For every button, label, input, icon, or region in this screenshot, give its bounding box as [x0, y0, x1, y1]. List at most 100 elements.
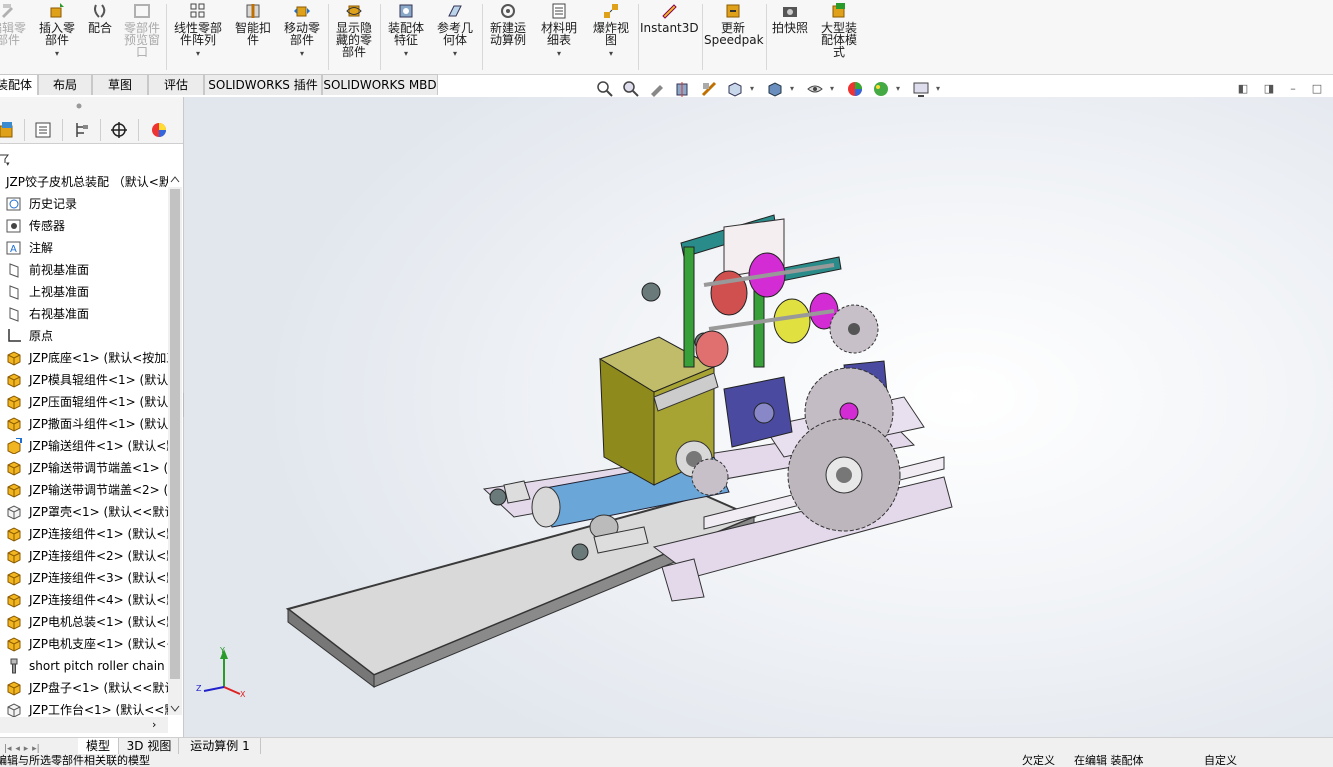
tree-item[interactable]: short pitch roller chain w — [0, 655, 168, 677]
tree-item[interactable]: JZP压面辊组件<1> (默认 — [0, 391, 168, 413]
tree-item[interactable]: JZP连接组件<2> (默认<默 — [0, 545, 168, 567]
chevron-down-icon[interactable]: ▾ — [384, 48, 428, 60]
new-motion-study-button[interactable]: 新建运 动算例 — [486, 2, 530, 72]
exploded-view-button[interactable]: 爆炸视 图 ▾ — [588, 2, 634, 72]
dynamic-annotation-icon[interactable] — [700, 80, 718, 98]
view-orientation-icon[interactable] — [726, 80, 744, 98]
chevron-down-icon[interactable]: ▾ — [280, 48, 324, 60]
chevron-down-icon[interactable]: ▾ — [830, 80, 838, 98]
smart-fastener-button[interactable]: 智能扣 件 — [232, 2, 274, 72]
chevron-down-icon[interactable]: ▾ — [790, 80, 798, 98]
show-hidden-button[interactable]: 显示隐 藏的零 部件 — [332, 2, 376, 72]
tree-item[interactable]: JZP输送带调节端盖<1> ( — [0, 457, 168, 479]
tree-item[interactable]: JZP罩壳<1> (默认<<默认 — [0, 501, 168, 523]
view-settings-icon[interactable] — [912, 80, 930, 98]
tree-item[interactable]: 传感器 — [0, 215, 168, 237]
last-tab-icon[interactable]: ▸| — [32, 744, 40, 754]
move-part-button[interactable]: 移动零 部件 ▾ — [280, 2, 324, 72]
status-units-custom[interactable]: 自定义 — [1204, 754, 1237, 767]
scroll-right-icon[interactable]: › — [152, 717, 156, 733]
tree-item[interactable]: JZP撒面斗组件<1> (默认 — [0, 413, 168, 435]
next-tab-icon[interactable]: ▸ — [24, 744, 29, 754]
tree-item[interactable]: 前视基准面 — [0, 259, 168, 281]
tab-scroll-buttons[interactable]: |◂ ◂ ▸ ▸| — [4, 740, 72, 754]
tab-solidworks-mbd[interactable]: SOLIDWORKS MBD — [322, 74, 438, 95]
tree-item[interactable]: JZP电机支座<1> (默认<< — [0, 633, 168, 655]
hide-show-items-icon[interactable] — [806, 80, 824, 98]
display-style-icon[interactable] — [766, 80, 784, 98]
tree-item[interactable]: A 注解 — [0, 237, 168, 259]
feature-manager-tab[interactable] — [0, 119, 25, 141]
chevron-down-icon[interactable]: ▾ — [588, 48, 634, 60]
tree-item[interactable]: 历史记录 — [0, 193, 168, 215]
subassembly-icon — [6, 394, 22, 410]
tab-layout[interactable]: 布局 — [38, 74, 92, 95]
viewport-restore-icon[interactable]: ◧ — [1236, 82, 1250, 96]
tree-item[interactable]: JZP电机总装<1> (默认<默 — [0, 611, 168, 633]
viewport-maximize-icon[interactable]: □ — [1310, 82, 1324, 96]
tree-item[interactable]: JZP底座<1> (默认<按加工 — [0, 347, 168, 369]
tree-item[interactable]: 原点 — [0, 325, 168, 347]
insert-part-button[interactable]: 插入零 部件 ▾ — [34, 2, 80, 72]
chevron-down-icon[interactable]: ▾ — [34, 48, 80, 60]
prev-tab-icon[interactable]: ◂ — [15, 744, 20, 754]
chevron-down-icon[interactable]: ▾ — [936, 80, 944, 98]
chevron-down-icon[interactable]: ▾ — [750, 80, 758, 98]
tree-item[interactable]: JZP连接组件<4> (默认<默 — [0, 589, 168, 611]
tree-item[interactable]: JZP输送组件<1> (默认<默 — [0, 435, 168, 457]
edit-appearance-icon[interactable] — [846, 80, 864, 98]
tab-motion-study[interactable]: 运动算例 1 — [180, 738, 261, 754]
tree-item[interactable]: JZP连接组件<3> (默认<默 — [0, 567, 168, 589]
viewport-tile-icon[interactable]: ◨ — [1262, 82, 1276, 96]
horizontal-scrollbar[interactable]: › — [0, 717, 168, 733]
tree-item[interactable]: JZP盘子<1> (默认<<默认 — [0, 677, 168, 699]
viewport-minimize-icon[interactable]: – — [1286, 82, 1300, 96]
mate-button[interactable]: 配合 — [84, 2, 116, 72]
scroll-up-icon[interactable] — [170, 175, 180, 183]
preview-window-button[interactable]: 零部件 预览窗 口 — [120, 2, 164, 72]
zoom-to-fit-icon[interactable] — [596, 80, 614, 98]
root-expander[interactable] — [0, 171, 2, 193]
display-manager-tab[interactable] — [138, 119, 176, 141]
dimxpert-manager-tab[interactable] — [100, 119, 139, 141]
tree-item[interactable]: JZP连接组件<1> (默认<默 — [0, 523, 168, 545]
tree-item[interactable]: JZP输送带调节端盖<2> ( — [0, 479, 168, 501]
tree-item[interactable]: 右视基准面 — [0, 303, 168, 325]
zoom-area-icon[interactable] — [622, 80, 640, 98]
edit-part-button[interactable]: 编辑零 部件 — [0, 2, 30, 72]
reference-geometry-button[interactable]: 参考几 何体 ▾ — [432, 2, 478, 72]
linear-pattern-button[interactable]: 线性零部 件阵列 ▾ — [170, 2, 226, 72]
assembly-feature-button[interactable]: 装配体 特征 ▾ — [384, 2, 428, 72]
tab-evaluate[interactable]: 评估 — [148, 74, 204, 95]
instant3d-button[interactable]: Instant3D — [640, 2, 699, 72]
tab-sketch[interactable]: 草图 — [92, 74, 148, 95]
tree-scrollbar-thumb[interactable] — [170, 189, 180, 679]
graphics-viewport[interactable]: Y X Z — [184, 97, 1333, 737]
configuration-manager-tab[interactable] — [62, 119, 101, 141]
tab-model[interactable]: 模型 — [78, 738, 119, 754]
first-tab-icon[interactable]: |◂ — [4, 744, 12, 754]
tab-solidworks-addins[interactable]: SOLIDWORKS 插件 — [204, 74, 322, 95]
roller-assembly[interactable] — [680, 214, 842, 368]
tree-item[interactable]: 上视基准面 — [0, 281, 168, 303]
scroll-down-icon[interactable] — [170, 705, 180, 713]
chevron-down-icon[interactable]: ▾ — [896, 80, 904, 98]
chevron-down-icon[interactable]: ▾ — [536, 48, 582, 60]
tree-root-assembly[interactable]: JZP饺子皮机总装配 （默认<默 — [0, 171, 168, 193]
tab-assembly[interactable]: 装配体 — [0, 74, 38, 95]
filter-icon[interactable]: ▾ — [0, 153, 12, 167]
apply-scene-icon[interactable] — [872, 80, 890, 98]
panel-grip-icon[interactable] — [76, 103, 82, 109]
chevron-down-icon[interactable]: ▾ — [432, 48, 478, 60]
tree-item[interactable]: JZP模具辊组件<1> (默认 — [0, 369, 168, 391]
bom-button[interactable]: 材料明 细表 ▾ — [536, 2, 582, 72]
tab-3d-view[interactable]: 3D 视图 — [120, 738, 179, 754]
large-sprocket[interactable] — [787, 418, 901, 532]
section-view-icon[interactable] — [674, 80, 692, 98]
previous-view-icon[interactable] — [648, 80, 666, 98]
update-speedpak-button[interactable]: 更新 Speedpak — [704, 2, 764, 72]
property-manager-tab[interactable] — [24, 119, 63, 141]
large-assembly-mode-button[interactable]: 大型装 配体模 式 — [816, 2, 862, 72]
snapshot-button[interactable]: 拍快照 — [768, 2, 812, 72]
chevron-down-icon[interactable]: ▾ — [170, 48, 226, 60]
